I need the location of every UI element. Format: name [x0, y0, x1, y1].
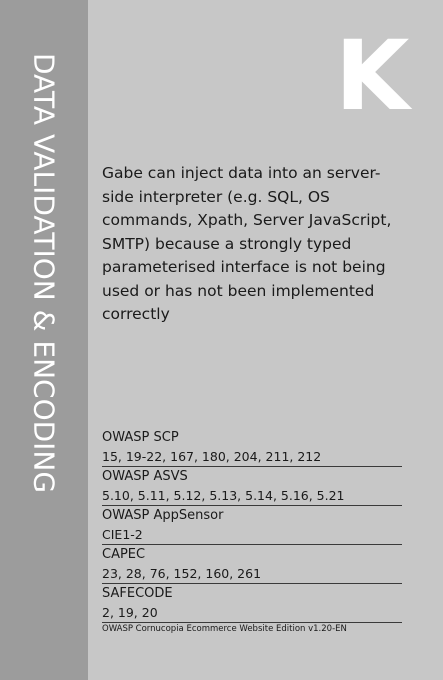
reference-name: OWASP ASVS: [102, 469, 188, 484]
threat-description: Gabe can inject data into an server-side…: [102, 164, 392, 323]
reference-item: CAPEC 23, 28, 76, 152, 160, 261: [102, 546, 402, 584]
card-letter: K: [335, 20, 410, 132]
reference-item: SAFECODE 2, 19, 20: [102, 585, 402, 623]
references-list: OWASP SCP 15, 19-22, 167, 180, 204, 211,…: [102, 429, 402, 624]
reference-item: OWASP SCP 15, 19-22, 167, 180, 204, 211,…: [102, 429, 402, 467]
cornucopia-card: DATA VALIDATION & ENCODING K Gabe can in…: [0, 0, 443, 680]
reference-values: CIE1-2: [102, 525, 402, 545]
reference-name: OWASP SCP: [102, 430, 179, 445]
reference-item: OWASP ASVS 5.10, 5.11, 5.12, 5.13, 5.14,…: [102, 468, 402, 506]
reference-values: 15, 19-22, 167, 180, 204, 211, 212: [102, 447, 402, 467]
reference-item: OWASP AppSensor CIE1-2: [102, 507, 402, 545]
category-title: DATA VALIDATION & ENCODING: [27, 52, 61, 494]
reference-name: OWASP AppSensor: [102, 508, 224, 523]
reference-name: SAFECODE: [102, 586, 173, 601]
reference-values: 5.10, 5.11, 5.12, 5.13, 5.14, 5.16, 5.21: [102, 486, 402, 506]
edition-footer: OWASP Cornucopia Ecommerce Website Editi…: [102, 624, 347, 634]
category-band: DATA VALIDATION & ENCODING: [0, 0, 88, 680]
reference-values: 23, 28, 76, 152, 160, 261: [102, 564, 402, 584]
reference-values: 2, 19, 20: [102, 603, 402, 623]
reference-name: CAPEC: [102, 547, 146, 562]
